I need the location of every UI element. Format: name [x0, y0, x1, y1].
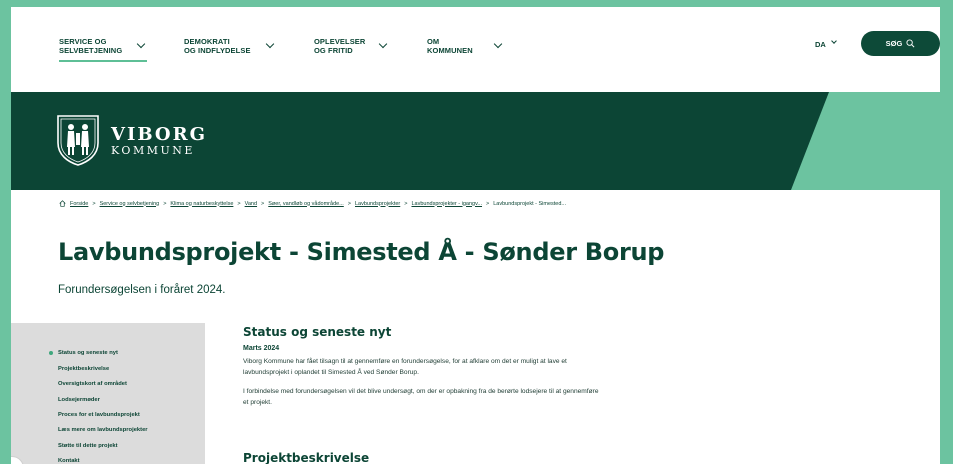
breadcrumb-link[interactable]: Vand: [245, 201, 257, 207]
coat-of-arms-logo[interactable]: [55, 113, 101, 167]
side-menu-item-status[interactable]: Status og seneste nyt: [49, 350, 118, 356]
nav-item-label: KOMMUNEN: [427, 46, 473, 55]
home-icon[interactable]: [59, 200, 66, 207]
header-banner: VIBORG KOMMUNE: [11, 92, 940, 190]
breadcrumb-separator: >: [163, 200, 167, 207]
side-menu-label: Projektbeskrivelse: [58, 366, 110, 372]
breadcrumb-link[interactable]: Lavbundsprojekter: [355, 201, 400, 207]
section-title-projektbeskrivelse: Projektbeskrivelse: [243, 451, 370, 464]
nav-item-label: OG FRITID: [314, 46, 353, 55]
nav-item-om-kommunen[interactable]: OM KOMMUNEN: [427, 37, 473, 55]
breadcrumb-link[interactable]: Klima og naturbeskyttelse: [170, 201, 233, 207]
side-menu-item-stoette[interactable]: Støtte til dette projekt: [58, 443, 118, 449]
chevron-down-icon: [831, 38, 837, 44]
breadcrumb-separator: >: [92, 200, 96, 207]
active-indicator-icon: [49, 351, 53, 355]
nav-item-label: OPLEVELSER: [314, 37, 366, 46]
side-menu-item-lodsejermoeder[interactable]: Lodsejermøder: [58, 397, 100, 403]
nav-item-label: SERVICE OG: [59, 37, 107, 46]
top-navigation: SERVICE OG SELVBETJENING DEMOKRATI OG IN…: [11, 7, 940, 92]
paragraph-line: Viborg Kommune har fået tilsagn til at g…: [243, 358, 567, 365]
side-menu-item-proces[interactable]: Proces for et lavbundsprojekt: [58, 412, 140, 418]
page-title: Lavbundsprojekt - Simested Å - Sønder Bo…: [58, 238, 665, 266]
chevron-down-icon[interactable]: [378, 39, 388, 49]
paragraph-line: et projekt.: [243, 398, 272, 406]
side-menu-label: Oversigtskort af området: [58, 381, 127, 387]
side-menu-label: Støtte til dette projekt: [58, 443, 118, 449]
side-menu-label: Læs mere om lavbundsprojekter: [58, 427, 148, 433]
news-date: Marts 2024: [243, 345, 280, 352]
logo-title: VIBORG: [111, 124, 207, 145]
side-menu-label: Kontakt: [58, 458, 80, 464]
chevron-down-icon[interactable]: [136, 39, 146, 49]
side-menu-label: Status og seneste nyt: [58, 350, 118, 356]
page: SERVICE OG SELVBETJENING DEMOKRATI OG IN…: [11, 7, 940, 464]
nav-item-label: SELVBETJENING: [59, 46, 123, 55]
chevron-down-icon[interactable]: [493, 39, 503, 49]
main-content: Status og seneste nyt Marts 2024 Viborg …: [243, 325, 763, 408]
paragraph-line: I forbindelse med forundersøgelsen vil d…: [243, 388, 599, 395]
page-subtitle: Forundersøgelsen i foråret 2024.: [58, 284, 226, 296]
side-menu-item-kontakt[interactable]: Kontakt: [58, 458, 80, 464]
breadcrumb-separator: >: [347, 200, 351, 207]
breadcrumb-separator: >: [404, 200, 408, 207]
language-selector[interactable]: DA: [815, 38, 837, 49]
breadcrumb-separator: >: [486, 200, 490, 207]
breadcrumb-link[interactable]: Søer, vandløb og vådområde...: [268, 201, 344, 207]
section-title-status: Status og seneste nyt: [243, 325, 392, 339]
breadcrumb-separator: >: [237, 200, 241, 207]
side-menu-label: Lodsejermøder: [58, 397, 100, 403]
breadcrumb-separator: >: [261, 200, 265, 207]
side-menu-item-oversigtskort[interactable]: Oversigtskort af området: [58, 381, 127, 387]
nav-active-indicator: [59, 60, 147, 62]
logo-wordmark[interactable]: VIBORG KOMMUNE: [111, 124, 207, 158]
nav-item-label: OG INDFLYDELSE: [184, 46, 251, 55]
nav-item-service[interactable]: SERVICE OG SELVBETJENING: [59, 37, 122, 55]
breadcrumb-link[interactable]: Forside: [70, 201, 88, 207]
side-menu-item-laes-mere[interactable]: Læs mere om lavbundsprojekter: [58, 427, 148, 433]
search-icon: [906, 39, 915, 48]
paragraph-line: lavbundsprojekt i oplandet til Simested …: [243, 368, 419, 376]
search-button-label: SØG: [885, 39, 903, 48]
search-button[interactable]: SØG: [861, 31, 940, 56]
nav-item-oplevelser[interactable]: OPLEVELSER OG FRITID: [314, 37, 365, 55]
breadcrumb-link[interactable]: Service og selvbetjening: [100, 201, 160, 207]
language-label: DA: [815, 40, 826, 49]
side-menu: Status og seneste nyt Projektbeskrivelse…: [11, 323, 205, 464]
chevron-down-icon[interactable]: [265, 39, 275, 49]
side-menu-item-projektbeskrivelse[interactable]: Projektbeskrivelse: [58, 366, 109, 372]
nav-item-label: DEMOKRATI: [184, 37, 230, 46]
nav-item-demokrati[interactable]: DEMOKRATI OG INDFLYDELSE: [184, 37, 251, 55]
news-paragraph: I forbindelse med forundersøgelsen vil d…: [243, 387, 763, 408]
logo-subtitle: KOMMUNE: [111, 144, 195, 157]
nav-item-label: OM: [427, 37, 440, 46]
side-menu-label: Proces for et lavbundsprojekt: [58, 412, 140, 418]
breadcrumb-current: Lavbundsprojekt - Simested...: [493, 200, 566, 207]
breadcrumb: Forside > Service og selvbetjening > Kli…: [59, 200, 566, 207]
breadcrumb-link[interactable]: Lavbundsprojekter - igangv...: [411, 201, 482, 207]
news-paragraph: Viborg Kommune har fået tilsagn til at g…: [243, 357, 763, 378]
